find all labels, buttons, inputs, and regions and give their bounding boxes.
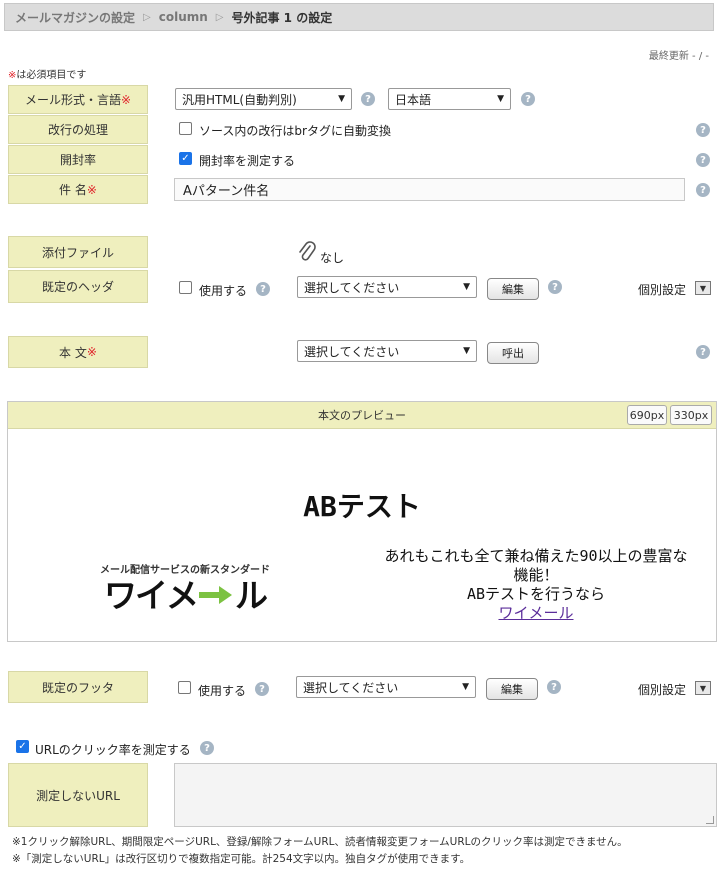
open-rate-checkbox-label: 開封率を測定する (199, 154, 296, 168)
footer-label: 既定のフッタ (8, 671, 148, 703)
breadcrumb-separator-icon: ▷ (143, 11, 151, 23)
header-use-checkbox[interactable] (179, 281, 192, 294)
mail-format-select[interactable]: 汎用HTML(自動判別) ▼ (175, 88, 352, 110)
breadcrumb: メールマガジンの設定 ▷ column ▷ 号外記事 1 の設定 (4, 3, 714, 31)
subject-label-text: 件 名 (59, 183, 87, 197)
body-select[interactable]: 選択してください ▼ (297, 340, 477, 362)
logo-text-left: ワイメ (104, 575, 199, 615)
footer-label-text: 既定のフッタ (41, 680, 114, 695)
preview-width-690-button[interactable]: 690px (627, 405, 667, 425)
header-select-value: 選択してください (304, 280, 400, 295)
footer-select-value: 選択してください (303, 680, 399, 695)
question-circle-icon[interactable]: ? (256, 282, 270, 296)
footer-use-checkbox[interactable] (178, 681, 191, 694)
body-label-text: 本 文 (59, 345, 87, 360)
chevron-down-icon: ▼ (463, 346, 470, 356)
chevron-down-icon: ▼ (463, 282, 470, 292)
question-circle-icon[interactable]: ? (255, 682, 269, 696)
header-label: 既定のヘッダ (8, 270, 148, 303)
subject-input[interactable]: Aパターン件名 (174, 178, 685, 201)
body-label: 本 文 ※ (8, 336, 148, 368)
exclude-url-label-text: 測定しないURL (36, 788, 120, 803)
attachment-label-text: 添付ファイル (41, 245, 114, 260)
question-circle-icon[interactable]: ? (521, 92, 535, 106)
question-circle-icon[interactable]: ? (361, 92, 375, 106)
url-note-1: ※1クリック解除URL、期間限定ページURL、登録/解除フォームURL、読者情報… (12, 836, 628, 848)
language-select[interactable]: 日本語 ▼ (388, 88, 511, 110)
paperclip-icon[interactable] (297, 240, 317, 262)
preview-width-330-button[interactable]: 330px (670, 405, 712, 425)
url-click-checkbox-label: URLのクリック率を測定する (35, 743, 191, 757)
body-select-value: 選択してください (304, 344, 400, 359)
footer-use-label: 使用する (198, 684, 247, 698)
line-break-label: 改行の処理 (8, 115, 148, 144)
promo-link[interactable]: ワイメール (498, 604, 573, 622)
chevron-down-icon: ▼ (497, 94, 504, 104)
header-label-text: 既定のヘッダ (41, 280, 114, 294)
promo-text: あれもこれも全て兼ね備えた90以上の豊富な 機能！ ABテストを行うなら ワイメ… (360, 547, 712, 623)
mail-format-select-value: 汎用HTML(自動判別) (182, 92, 297, 107)
attachment-value: なし (320, 251, 345, 265)
required-mark: ※ (86, 345, 97, 359)
footer-edit-button[interactable]: 編集 (486, 678, 538, 700)
caret-down-icon[interactable]: ▼ (695, 681, 711, 695)
header-individual-label: 個別設定 (638, 283, 687, 297)
preview-title: ABテスト (303, 490, 421, 523)
question-circle-icon[interactable]: ? (696, 183, 710, 197)
breadcrumb-link-mailmag-settings[interactable]: メールマガジンの設定 (15, 9, 135, 26)
chevron-down-icon: ▼ (462, 682, 469, 692)
required-mark: ※ (86, 182, 97, 197)
line-break-label-text: 改行の処理 (47, 123, 108, 137)
open-rate-label: 開封率 (8, 145, 148, 174)
body-call-button[interactable]: 呼出 (487, 342, 539, 364)
mail-format-label: メール形式・言語 ※ (8, 85, 148, 114)
breadcrumb-link-column[interactable]: column (159, 10, 208, 24)
language-select-value: 日本語 (395, 92, 432, 107)
attachment-label: 添付ファイル (8, 236, 148, 268)
arrow-right-icon (199, 586, 232, 604)
promo-line-1: あれもこれも全て兼ね備えた90以上の豊富な (384, 547, 688, 565)
subject-label: 件 名 ※ (8, 175, 148, 204)
header-edit-button[interactable]: 編集 (487, 278, 539, 300)
promo-line-2: 機能！ (513, 566, 559, 584)
caret-down-icon[interactable]: ▼ (695, 281, 711, 295)
chevron-down-icon: ▼ (338, 94, 345, 104)
check-icon: ✓ (181, 152, 190, 164)
last-updated: 最終更新 - / - (648, 51, 709, 62)
logo-text-right: ル (235, 575, 268, 615)
preview-header-label: 本文のプレビュー (318, 409, 406, 422)
line-break-checkbox-label: ソース内の改行はbrタグに自動変換 (199, 124, 391, 138)
question-circle-icon[interactable]: ? (696, 123, 710, 137)
preview-header: 本文のプレビュー (8, 402, 716, 429)
question-circle-icon[interactable]: ? (200, 741, 214, 755)
exclude-url-textarea[interactable] (174, 763, 717, 827)
promo-line-3: ABテストを行うなら (466, 585, 606, 603)
header-select[interactable]: 選択してください ▼ (297, 276, 477, 298)
mail-format-label-text: メール形式・言語 (24, 93, 121, 107)
url-click-checkbox[interactable]: ✓ (16, 740, 29, 753)
footer-individual-label: 個別設定 (638, 683, 687, 697)
required-note-text: は必須項目です (16, 70, 87, 81)
breadcrumb-current: 号外記事 1 の設定 (231, 10, 333, 25)
header-use-label: 使用する (199, 284, 248, 298)
line-break-checkbox[interactable] (179, 122, 192, 135)
breadcrumb-separator-icon: ▷ (215, 11, 224, 23)
url-note-2: ※「測定しないURL」は改行区切りで複数指定可能。計254文字以内。独自タグが使… (12, 853, 471, 865)
logo-tagline: メール配信サービスの新スタンダード (100, 565, 270, 576)
check-icon: ✓ (18, 740, 27, 752)
wymail-logo: ワイメ ル (104, 575, 268, 615)
question-circle-icon[interactable]: ? (696, 345, 710, 359)
question-circle-icon[interactable]: ? (548, 280, 562, 294)
required-mark: ※ (120, 92, 132, 107)
question-circle-icon[interactable]: ? (547, 680, 561, 694)
open-rate-label-text: 開封率 (59, 153, 96, 167)
required-note: ※は必須項目です (8, 66, 86, 81)
resize-handle-icon[interactable] (706, 816, 714, 824)
footer-select[interactable]: 選択してください ▼ (296, 676, 476, 698)
question-circle-icon[interactable]: ? (696, 153, 710, 167)
body-preview: 本文のプレビュー 690px 330px ABテスト メール配信サービスの新スタ… (7, 401, 717, 642)
open-rate-checkbox[interactable]: ✓ (179, 152, 192, 165)
exclude-url-label: 測定しないURL (8, 763, 148, 827)
